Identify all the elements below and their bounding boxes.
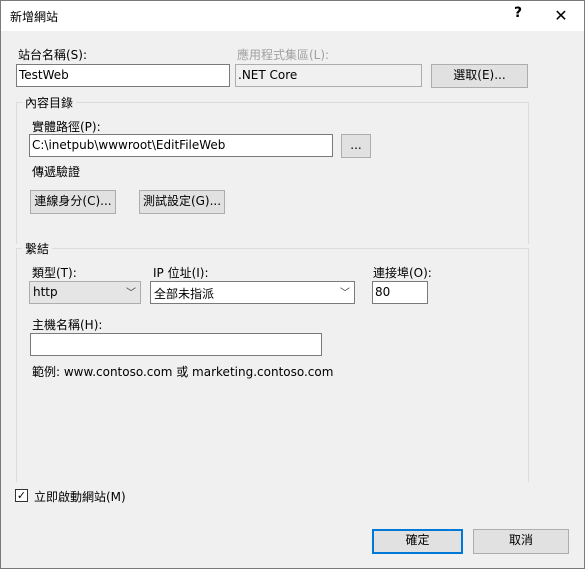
port-label: 連接埠(O): (373, 266, 432, 280)
type-select[interactable]: http ﹀ (29, 281, 141, 304)
test-settings-button[interactable]: 測試設定(G)... (139, 190, 225, 214)
port-input[interactable]: 80 (372, 281, 428, 304)
pass-through-label: 傳遞驗證 (32, 165, 81, 179)
host-name-example: 範例: www.contoso.com 或 marketing.contoso.… (32, 365, 334, 379)
chevron-down-icon: ﹀ (126, 288, 136, 299)
ip-address-select[interactable]: 全部未指派 ﹀ (150, 281, 355, 304)
physical-path-label: 實體路徑(P): (32, 120, 101, 134)
app-pool-label: 應用程式集區(L): (237, 48, 330, 62)
title-bar: 新增網站 ? ✕ (1, 1, 584, 31)
ip-address-label: IP 位址(I): (153, 266, 209, 280)
app-pool-field: .NET Core (235, 64, 422, 87)
connect-as-button[interactable]: 連線身分(C)... (30, 190, 116, 214)
host-name-label: 主機名稱(H): (32, 318, 103, 332)
select-app-pool-button[interactable]: 選取(E)... (431, 64, 528, 88)
ok-button[interactable]: 確定 (372, 529, 463, 554)
add-website-dialog: 新增網站 ? ✕ 站台名稱(S): TestWeb 應用程式集區(L): .NE… (0, 0, 585, 569)
site-name-input[interactable]: TestWeb (16, 64, 230, 87)
help-button[interactable]: ? (506, 5, 530, 27)
type-label: 類型(T): (32, 266, 77, 280)
start-immediately-checkbox[interactable]: ✓ (15, 489, 28, 502)
type-value: http (33, 285, 58, 299)
cancel-button[interactable]: 取消 (473, 529, 569, 554)
start-immediately-label[interactable]: 立即啟動網站(M) (34, 488, 126, 505)
dialog-title: 新增網站 (10, 10, 59, 24)
binding-legend: 繫結 (22, 240, 53, 257)
ip-address-value: 全部未指派 (154, 287, 215, 301)
chevron-down-icon: ﹀ (340, 288, 350, 299)
host-name-input[interactable] (30, 333, 322, 356)
content-directory-legend: 內容目錄 (22, 94, 77, 111)
site-name-label: 站台名稱(S): (18, 48, 88, 62)
browse-button[interactable]: ... (341, 134, 371, 158)
close-button[interactable]: ✕ (541, 3, 581, 29)
physical-path-input[interactable]: C:\inetpub\wwwroot\EditFileWeb (29, 134, 333, 157)
